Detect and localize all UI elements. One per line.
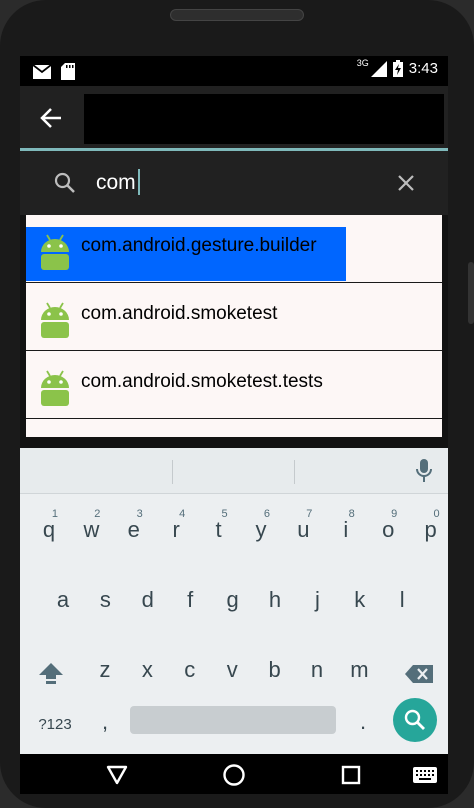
key-l[interactable]: l: [381, 574, 423, 626]
nav-home-button[interactable]: [221, 762, 247, 788]
key-hint: 9: [391, 508, 398, 520]
list-item[interactable]: com.android.smoketest: [26, 283, 442, 351]
key-c[interactable]: c: [169, 644, 211, 696]
search-icon: [54, 172, 75, 193]
network-type-label: 3G: [356, 57, 369, 68]
key-hint: 0: [433, 508, 440, 520]
key-s[interactable]: s: [84, 574, 126, 626]
key-k[interactable]: k: [339, 574, 381, 626]
nav-recents-button[interactable]: [338, 762, 364, 788]
mail-icon: [33, 64, 51, 79]
list-item[interactable]: com.android.gesture.builder: [26, 215, 442, 283]
key-label: p: [424, 517, 437, 542]
key-label: o: [382, 517, 395, 542]
key-q[interactable]: q1: [28, 504, 70, 556]
soft-keyboard: q1w2e3r4t5y6u7i8o9p0 asdfghjkl zxcvbnm ?…: [20, 448, 448, 754]
key-z[interactable]: z: [84, 644, 126, 696]
key-label: q: [42, 517, 56, 542]
keyboard-icon: [413, 767, 437, 783]
nav-keyboard-switch-button[interactable]: [412, 762, 438, 788]
phone-frame: 3G 3:43 com com.android.gesture.builder …: [0, 0, 474, 808]
screen: 3G 3:43 com com.android.gesture.builder …: [20, 56, 448, 794]
key-j[interactable]: j: [296, 574, 338, 626]
key-label: y: [255, 517, 267, 542]
key-n[interactable]: n: [296, 644, 338, 696]
battery-icon: [392, 60, 403, 77]
backspace-key[interactable]: [398, 648, 440, 700]
back-button[interactable]: [36, 104, 66, 132]
key-p[interactable]: p0: [410, 504, 448, 556]
key-label: e: [127, 517, 140, 542]
key-v[interactable]: v: [211, 644, 253, 696]
app-bar: [20, 86, 448, 148]
status-bar: 3G 3:43: [20, 56, 448, 86]
space-key[interactable]: [130, 706, 336, 734]
key-hint: 7: [306, 508, 313, 520]
shift-icon: [39, 663, 63, 684]
suggestion-list: com.android.gesture.builder com.android.…: [26, 215, 442, 437]
key-hint: 5: [221, 508, 228, 520]
key-d[interactable]: d: [127, 574, 169, 626]
search-key[interactable]: [393, 698, 437, 742]
key-t[interactable]: t5: [198, 504, 240, 556]
arrow-left-icon: [40, 108, 61, 128]
triangle-back-icon: [106, 765, 128, 785]
key-label: u: [297, 517, 310, 542]
navigation-bar: [20, 754, 448, 794]
key-r[interactable]: r4: [155, 504, 197, 556]
key-hint: 6: [263, 508, 270, 520]
key-y[interactable]: y6: [240, 504, 282, 556]
search-bar: [20, 151, 448, 215]
strip-divider: [172, 460, 173, 484]
backspace-icon: [405, 665, 433, 683]
key-hint: 3: [136, 508, 143, 520]
text-cursor: [138, 169, 140, 195]
suggestion-label: com.android.smoketest.tests: [81, 371, 323, 392]
key-hint: 1: [51, 508, 58, 520]
key-x[interactable]: x: [126, 644, 168, 696]
key-g[interactable]: g: [212, 574, 254, 626]
circle-home-icon: [223, 764, 245, 786]
signal-icon: [370, 60, 387, 77]
key-i[interactable]: i8: [325, 504, 367, 556]
symbols-key[interactable]: ?123: [32, 698, 78, 750]
volume-button: [468, 262, 474, 324]
android-icon: [41, 234, 69, 270]
key-label: r: [172, 517, 180, 542]
clock: 3:43: [408, 60, 438, 77]
close-icon[interactable]: [396, 173, 416, 193]
key-f[interactable]: f: [169, 574, 211, 626]
key-label: i: [343, 517, 349, 542]
nav-back-button[interactable]: [104, 762, 130, 788]
android-icon: [41, 302, 69, 338]
suggestion-strip: [20, 448, 448, 494]
comma-key[interactable]: ,: [84, 696, 126, 748]
shift-key[interactable]: [30, 648, 72, 700]
sd-card-icon: [61, 63, 75, 80]
key-w[interactable]: w2: [70, 504, 112, 556]
list-item[interactable]: com.android.smoketest.tests: [26, 351, 442, 419]
key-label: t: [215, 517, 222, 542]
strip-divider: [294, 460, 295, 484]
key-o[interactable]: o9: [367, 504, 409, 556]
suggestion-label: com.android.gesture.builder: [81, 235, 317, 256]
suggestion-label: com.android.smoketest: [81, 303, 278, 324]
key-hint: 2: [94, 508, 101, 520]
key-h[interactable]: h: [254, 574, 296, 626]
key-u[interactable]: u7: [282, 504, 324, 556]
search-icon: [404, 709, 425, 730]
key-label: w: [83, 517, 100, 542]
key-e[interactable]: e3: [113, 504, 155, 556]
key-a[interactable]: a: [42, 574, 84, 626]
key-hint: 8: [348, 508, 355, 520]
square-recents-icon: [341, 765, 361, 785]
key-b[interactable]: b: [254, 644, 296, 696]
app-title-area: [84, 94, 444, 144]
key-hint: 4: [179, 508, 186, 520]
android-icon: [41, 370, 69, 406]
speaker-grille: [170, 9, 304, 21]
microphone-icon[interactable]: [416, 458, 432, 484]
period-key[interactable]: .: [342, 696, 384, 748]
key-m[interactable]: m: [338, 644, 380, 696]
